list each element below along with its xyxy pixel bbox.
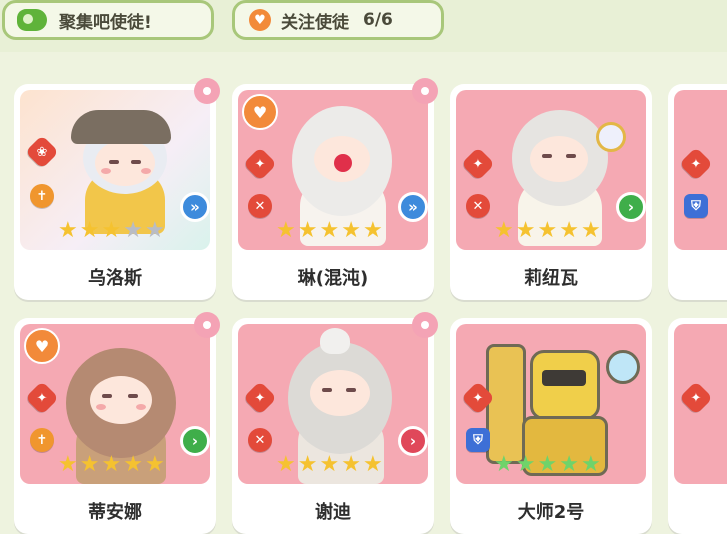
star-icon: ★ [362,218,383,243]
star-icon: ★ [319,218,340,243]
gather-button[interactable]: 聚集吧使徒! [2,0,214,40]
star-icon: ★ [515,452,536,477]
flower-icon [194,78,220,104]
star-icon: ★ [515,218,536,243]
star-icon: ★ [276,452,296,477]
star-rating: ★ ★ ★ ★ ★ [58,220,165,242]
star-icon: ★ [341,452,361,477]
element-badge-icon: ❀ [25,135,59,169]
star-icon: ★ [559,218,579,243]
apostle-name: 琳(混沌) [297,268,369,289]
star-icon: ★ [494,452,514,477]
star-icon: ★ [79,218,100,243]
element-badge-icon: ✦ [461,147,495,181]
star-icon: ★ [79,452,100,477]
star-icon: ★ [297,452,318,477]
apostle-card[interactable]: ❀ ✝ » ★ ★ ★ ★ ★ 乌洛斯 [14,84,216,300]
star-icon: ★ [101,452,122,477]
star-icon: ★ [580,452,601,477]
star-icon: ★ [144,452,165,477]
gather-label: 聚集吧使徒! [59,12,152,33]
flower-icon [194,312,220,338]
star-icon: ★ [58,218,78,243]
star-icon: ★ [341,218,361,243]
apostle-card[interactable]: ♥ ✦ ✝ › ★ ★ ★ ★ ★ 蒂安娜 [14,318,216,534]
star-icon: ★ [537,218,558,243]
class-badge-icon: ✝ [30,428,54,452]
star-icon: ★ [537,452,558,477]
flower-icon [412,78,438,104]
advance-arrow-icon[interactable]: » [398,192,428,222]
star-icon: ★ [559,452,579,477]
shield-badge-icon: ⛨ [684,194,708,218]
heart-icon: ♥ [249,9,271,31]
star-rating: ★ ★ ★ ★ ★ [276,454,383,476]
favorite-heart-icon[interactable]: ♥ [24,328,60,364]
top-bar: 聚集吧使徒! ♥ 关注使徒 6/6 [0,0,727,52]
star-icon: ★ [362,452,383,477]
apostle-name: 莉纽瓦 [524,268,578,289]
shield-badge-icon: ⛨ [466,428,490,452]
class-badge-icon: ✕ [248,194,272,218]
apostle-name: 乌洛斯 [88,268,142,289]
apostle-card[interactable]: ✦ ✕ › ★ ★ ★ ★ ★ 谢迪 [232,318,434,534]
element-badge-icon: ✦ [679,147,713,181]
star-rating: ★ ★ ★ ★ ★ [58,454,165,476]
class-badge-icon: ✝ [30,184,54,208]
star-rating: ★ ★ ★ ★ ★ [494,454,601,476]
star-icon: ★ [101,218,122,243]
apostle-portrait: ✦ ⛨ [674,90,727,250]
follow-apostles-button[interactable]: ♥ 关注使徒 6/6 [232,0,444,40]
apostle-portrait: ✦ [674,324,727,484]
element-badge-icon: ✦ [243,381,277,415]
apostle-name: 谢迪 [315,502,351,523]
favorite-heart-icon[interactable]: ♥ [242,94,278,130]
advance-arrow-icon[interactable]: › [398,426,428,456]
star-rating: ★ ★ ★ ★ ★ [276,220,383,242]
apostle-card[interactable]: ✦ ✕ › ★ ★ ★ ★ ★ 莉纽瓦 [450,84,652,300]
star-icon: ★ [123,452,143,477]
star-icon: ★ [319,452,340,477]
advance-arrow-icon[interactable]: › [180,426,210,456]
element-badge-icon: ✦ [25,381,59,415]
star-icon: ★ [276,218,296,243]
star-icon: ★ [580,218,601,243]
character-art [65,104,185,234]
apostle-name: 蒂安娜 [88,502,142,523]
star-icon: ★ [58,452,78,477]
follow-label: 关注使徒 [281,12,349,33]
follow-count: 6/6 [363,10,393,30]
star-icon: ★ [144,218,165,243]
star-rating: ★ ★ ★ ★ ★ [494,220,601,242]
class-badge-icon: ✕ [248,428,272,452]
apostle-name: 大师2号 [517,502,585,523]
apostle-card[interactable]: ♥ ✦ ✕ » ★ ★ ★ ★ ★ 琳(混沌) [232,84,434,300]
apostle-card-partial[interactable]: ✦ ⛨ [668,84,727,300]
star-icon: ★ [123,218,143,243]
star-icon: ★ [494,218,514,243]
apostle-card-partial[interactable]: ✦ [668,318,727,534]
element-badge-icon: ✦ [679,381,713,415]
whistle-icon [17,9,47,31]
star-icon: ★ [297,218,318,243]
element-badge-icon: ✦ [243,147,277,181]
advance-arrow-icon[interactable]: › [616,192,646,222]
apostle-card[interactable]: ✦ ⛨ ★ ★ ★ ★ ★ 大师2号 [450,318,652,534]
advance-arrow-icon[interactable]: » [180,192,210,222]
flower-icon [412,312,438,338]
class-badge-icon: ✕ [466,194,490,218]
